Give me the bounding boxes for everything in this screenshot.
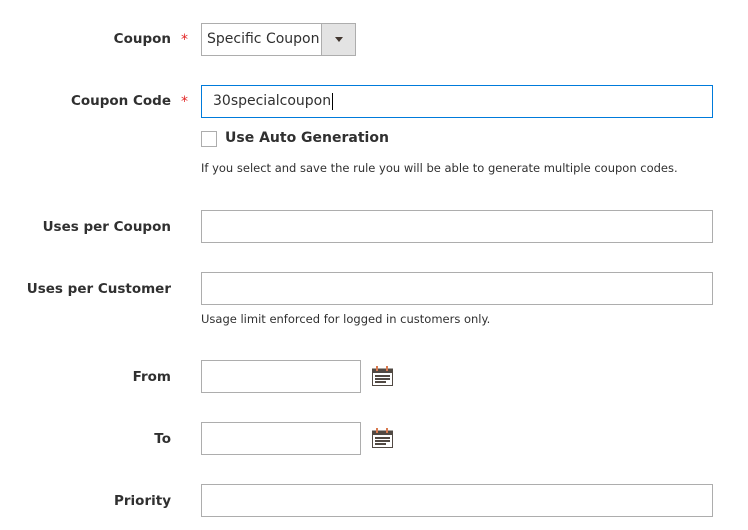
priority-input[interactable] (201, 484, 713, 517)
to-date-input[interactable] (201, 422, 361, 455)
auto-generation-checkbox[interactable] (201, 131, 217, 147)
coupon-code-input[interactable]: 30specialcoupon (201, 85, 713, 118)
coupon-select-value: Specific Coupon (207, 31, 320, 47)
priority-label: Priority (114, 493, 171, 509)
uses-per-coupon-label: Uses per Coupon (42, 219, 171, 235)
auto-generation-label[interactable]: Use Auto Generation (225, 130, 389, 146)
required-marker: * (181, 94, 188, 110)
from-label: From (132, 369, 171, 385)
auto-generation-note: If you select and save the rule you will… (201, 161, 678, 175)
coupon-select[interactable]: Specific Coupon (201, 23, 356, 56)
required-marker: * (181, 32, 188, 48)
calendar-icon[interactable] (372, 366, 393, 386)
from-date-input[interactable] (201, 360, 361, 393)
coupon-code-value: 30specialcoupon (213, 93, 332, 109)
uses-per-customer-input[interactable] (201, 272, 713, 305)
uses-per-customer-label: Uses per Customer (26, 281, 171, 297)
calendar-icon[interactable] (372, 428, 393, 448)
uses-per-coupon-input[interactable] (201, 210, 713, 243)
chevron-down-icon (334, 37, 343, 42)
text-caret (332, 92, 334, 110)
to-label: To (154, 431, 171, 447)
coupon-label: Coupon (113, 31, 171, 47)
coupon-code-label: Coupon Code (70, 93, 171, 109)
uses-per-customer-note: Usage limit enforced for logged in custo… (201, 312, 491, 326)
dropdown-button[interactable] (321, 24, 355, 55)
